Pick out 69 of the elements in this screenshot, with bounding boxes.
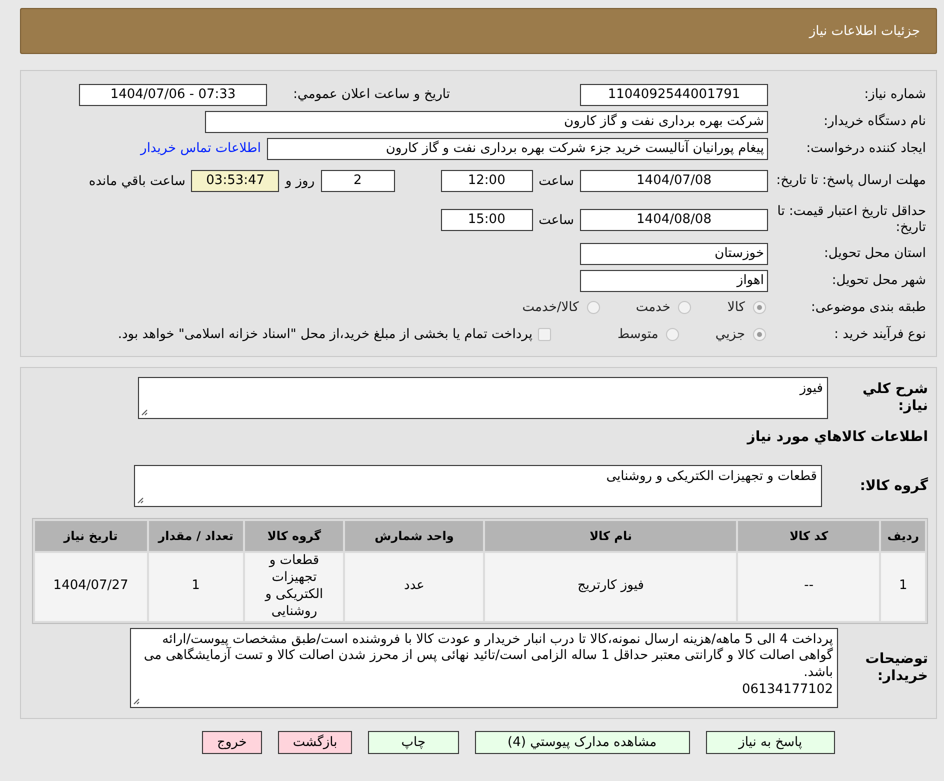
radio-label: جزيي [715,327,745,342]
table-cell: عدد [345,553,484,621]
field-label: شرح کلي نیاز: [862,381,928,415]
field-label: تاریخ و ساعت اعلان عمومي: [292,86,450,102]
resize-grip-icon[interactable] [141,409,148,416]
notes-field[interactable]: پرداخت 4 الی 5 ماهه/هزینه ارسال نمونه،کالا تا درب انبار خریدار و عودت کالا با فروشنده است/طبق مشخصات پیوست/ارائه گواهی اصالت کالا و گارانتی معتبر حداقل 1 ساله الزامی است/تائید نهائی پس از محرز شدن اصالت کالا و تست آزمایشگاهی می باشد. 06134177102 [130,628,838,708]
text-field[interactable]: اهواز [580,270,768,292]
column-header: نام کالا [485,521,736,551]
text-field[interactable]: خوزستان [580,242,768,264]
column-header: تاریخ نیاز [35,521,147,551]
column-header: تعداد / مقدار [148,521,244,551]
field-label: نام دستگاه خریدار: [822,114,926,130]
text-field[interactable]: 1404/08/08 [580,209,768,231]
checkbox-label: پرداخت تمام یا بخشی از مبلغ خرید،از محل "اسناد خزانه اسلامی" خواهد بود. [116,327,534,342]
field-label: توضیحات خریدار: [864,650,928,684]
radio-label: کالا/خدمت [522,300,579,315]
table-cell: قطعات و تجهیزات الکتریکی و روشنایی [245,553,344,621]
checkbox[interactable] [538,328,552,341]
field-label: گروه کالا: [858,478,928,494]
field-label: نوع فرآیند خرید : [833,326,926,342]
description-field[interactable]: فیوز [138,377,828,419]
text-field[interactable]: 1404/07/08 [580,170,768,192]
column-header: گروه کالا [245,521,344,551]
field-label: ایجاد کننده درخواست: [805,140,926,156]
radio-label: متوسط [617,327,658,342]
section-heading: اطلاعات کالاهاي مورد نیاز [746,428,928,446]
action-button[interactable]: مشاهده مدارک پیوستي (4) [474,730,690,754]
field-label: ساعت [538,212,575,228]
radio-button[interactable] [666,328,680,341]
resize-grip-icon[interactable] [133,698,140,705]
action-button[interactable]: پاسخ به نیاز [706,730,836,754]
text-field[interactable]: 2 [320,170,395,192]
text-field[interactable]: 1404/07/06 - 07:33 [79,84,267,106]
table-cell: 1404/07/27 [35,553,147,621]
text-field[interactable]: 15:00 [440,209,533,231]
table-cell: 1 [148,553,244,621]
field-label: ساعت [538,174,575,188]
text-field[interactable]: 1104092544001791 [580,84,768,106]
radio-button[interactable] [678,301,692,314]
column-header: ردیف [881,521,925,551]
field-label: شماره نیاز: [863,86,926,102]
table-cell: فیوز کارتریج [485,553,736,621]
field-label: شهر محل تحویل: [830,272,926,288]
column-header: واحد شمارش [345,521,484,551]
text-field[interactable]: شرکت بهره برداری نفت و گاز کارون [205,110,768,132]
goods-group-field[interactable]: قطعات و تجهیزات الکتریکی و روشنایی [134,465,822,507]
radio-button[interactable] [586,301,600,314]
table-cell: -- [738,553,880,621]
action-button[interactable]: خروج [202,730,262,754]
field-label: حداقل تاریخ اعتبار قیمت: تا تاریخ: [776,204,926,236]
radio-button[interactable] [753,301,766,314]
resize-grip-icon[interactable] [137,497,144,504]
radio-button[interactable] [753,328,766,341]
radio-label: خدمت [636,300,670,315]
text-field[interactable]: پیغام پورانیان آنالیست خرید جزء شرکت بهره برداری نفت و گاز کارون [267,138,768,160]
field-label: ساعت باقي مانده [88,174,186,188]
text-field[interactable]: 03:53:47 [191,170,280,192]
field-label: روز و [284,174,316,188]
field-label: طبقه بندی موضوعی: [810,300,926,316]
page-title: جزئیات اطلاعات نیاز [809,24,920,38]
column-header: کد کالا [738,521,880,551]
table-cell: 1 [881,553,925,621]
field-label: مهلت ارسال پاسخ: تا تاریخ: [776,173,926,189]
text-field[interactable]: 12:00 [440,170,533,192]
radio-label: کالا [727,300,745,315]
action-button[interactable]: بازگشت [278,730,352,754]
contact-link[interactable]: اطلاعات تماس خریدار [140,141,261,156]
field-label: استان محل تحویل: [823,246,926,262]
action-button[interactable]: چاپ [368,730,458,754]
